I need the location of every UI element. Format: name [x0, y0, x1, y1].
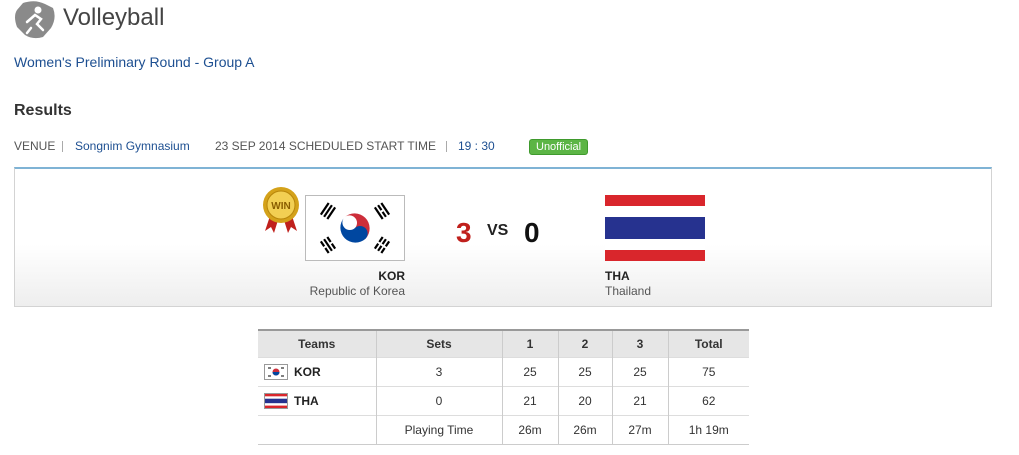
set-1-time: 26m [501, 415, 558, 445]
column-header-sets: Sets [375, 329, 502, 358]
empty-cell [258, 415, 376, 445]
table-row: THA 0 21 20 21 62 [258, 386, 749, 416]
playing-time-label: Playing Time [375, 415, 502, 445]
set-2-time: 26m [557, 415, 612, 445]
date-start-label: 23 SEP 2014 SCHEDULED START TIME [215, 139, 436, 153]
home-score: 3 [456, 217, 472, 248]
team-cell: KOR [264, 364, 375, 380]
win-label: WIN [271, 201, 290, 212]
sport-title: Volleyball [63, 4, 165, 31]
vs-label: VS [487, 222, 509, 239]
set-3-cell: 25 [611, 357, 668, 387]
win-medal-icon: WIN [263, 187, 299, 233]
column-header-set-2: 2 [557, 329, 612, 358]
divider [446, 141, 447, 152]
venue-label: VENUE [14, 139, 56, 153]
set-2-cell: 20 [557, 386, 612, 416]
sets-cell: 3 [375, 357, 502, 387]
thailand-flag-icon [264, 393, 288, 409]
set-2-cell: 25 [557, 357, 612, 387]
home-team-name: Republic of Korea [309, 284, 405, 298]
set-1-cell: 21 [501, 386, 558, 416]
set-scores-table: Teams Sets 1 2 3 Total KOR 3 25 25 25 75 [258, 329, 749, 445]
total-time: 1h 19m [667, 415, 749, 445]
korea-flag-icon [264, 364, 288, 380]
sets-cell: 0 [375, 386, 502, 416]
team-cell: THA [264, 393, 375, 409]
venue-name-link[interactable]: Songnim Gymnasium [75, 139, 190, 153]
column-header-set-3: 3 [611, 329, 668, 358]
divider [62, 141, 63, 152]
set-1-cell: 25 [501, 357, 558, 387]
set-3-cell: 21 [611, 386, 668, 416]
column-header-set-1: 1 [501, 329, 558, 358]
table-header-row: Teams Sets 1 2 3 Total [258, 329, 749, 358]
table-row: KOR 3 25 25 25 75 [258, 357, 749, 387]
away-team-name: Thailand [605, 284, 652, 298]
results-heading: Results [14, 102, 72, 119]
korea-flag-icon [305, 195, 405, 261]
start-time: 19 : 30 [458, 139, 495, 153]
away-team-code: THA [605, 269, 630, 283]
status-badge: Unofficial [529, 139, 589, 155]
playing-time-row: Playing Time 26m 26m 27m 1h 19m [258, 415, 749, 445]
away-score: 0 [524, 217, 540, 248]
home-team-code: KOR [378, 269, 405, 283]
column-header-teams: Teams [258, 329, 376, 358]
event-title-link[interactable]: Women's Preliminary Round - Group A [14, 54, 255, 70]
total-cell: 62 [667, 386, 749, 416]
team-code: THA [294, 394, 319, 408]
total-cell: 75 [667, 357, 749, 387]
column-header-total: Total [667, 329, 749, 358]
volleyball-icon [15, 1, 55, 39]
match-scoreboard: WIN KOR Republic of Korea 3 VS 0 THA Tha… [14, 167, 992, 307]
thailand-flag-icon [605, 195, 705, 261]
set-3-time: 27m [611, 415, 668, 445]
team-code: KOR [294, 365, 321, 379]
